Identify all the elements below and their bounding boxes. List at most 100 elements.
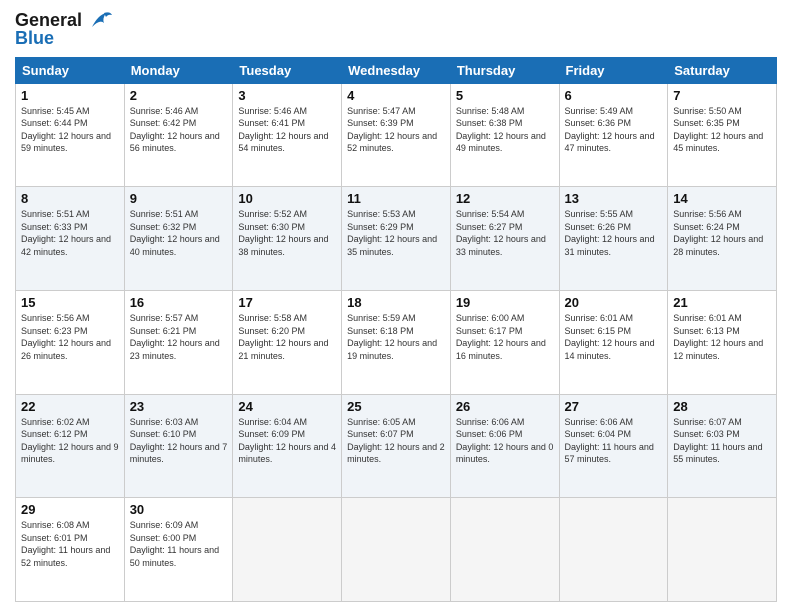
day-info: Sunrise: 5:52 AMSunset: 6:30 PMDaylight:… bbox=[238, 208, 336, 258]
day-cell-24: 24 Sunrise: 6:04 AMSunset: 6:09 PMDayligh… bbox=[233, 394, 342, 498]
day-number: 15 bbox=[21, 295, 119, 310]
weekday-header-row: SundayMondayTuesdayWednesdayThursdayFrid… bbox=[16, 57, 777, 83]
day-number: 2 bbox=[130, 88, 228, 103]
day-number: 20 bbox=[565, 295, 663, 310]
day-info: Sunrise: 5:47 AMSunset: 6:39 PMDaylight:… bbox=[347, 105, 445, 155]
day-number: 17 bbox=[238, 295, 336, 310]
day-cell-28: 28 Sunrise: 6:07 AMSunset: 6:03 PMDayligh… bbox=[668, 394, 777, 498]
day-number: 7 bbox=[673, 88, 771, 103]
day-cell-13: 13 Sunrise: 5:55 AMSunset: 6:26 PMDayligh… bbox=[559, 187, 668, 291]
day-info: Sunrise: 5:57 AMSunset: 6:21 PMDaylight:… bbox=[130, 312, 228, 362]
day-cell-16: 16 Sunrise: 5:57 AMSunset: 6:21 PMDayligh… bbox=[124, 290, 233, 394]
day-info: Sunrise: 5:48 AMSunset: 6:38 PMDaylight:… bbox=[456, 105, 554, 155]
day-number: 12 bbox=[456, 191, 554, 206]
day-number: 10 bbox=[238, 191, 336, 206]
day-info: Sunrise: 5:56 AMSunset: 6:23 PMDaylight:… bbox=[21, 312, 119, 362]
week-row-4: 22 Sunrise: 6:02 AMSunset: 6:12 PMDayligh… bbox=[16, 394, 777, 498]
day-info: Sunrise: 6:06 AMSunset: 6:06 PMDaylight:… bbox=[456, 416, 554, 466]
day-number: 28 bbox=[673, 399, 771, 414]
weekday-header-sunday: Sunday bbox=[16, 57, 125, 83]
day-number: 29 bbox=[21, 502, 119, 517]
day-info: Sunrise: 5:55 AMSunset: 6:26 PMDaylight:… bbox=[565, 208, 663, 258]
day-info: Sunrise: 6:08 AMSunset: 6:01 PMDaylight:… bbox=[21, 519, 119, 569]
day-number: 19 bbox=[456, 295, 554, 310]
day-info: Sunrise: 6:06 AMSunset: 6:04 PMDaylight:… bbox=[565, 416, 663, 466]
day-number: 30 bbox=[130, 502, 228, 517]
day-info: Sunrise: 6:09 AMSunset: 6:00 PMDaylight:… bbox=[130, 519, 228, 569]
logo-text: General Blue bbox=[15, 10, 114, 49]
day-cell-19: 19Sunrise: 6:00 AMSunset: 6:17 PMDayligh… bbox=[450, 290, 559, 394]
day-number: 23 bbox=[130, 399, 228, 414]
day-number: 9 bbox=[130, 191, 228, 206]
week-row-5: 29 Sunrise: 6:08 AMSunset: 6:01 PMDayligh… bbox=[16, 498, 777, 602]
empty-cell bbox=[450, 498, 559, 602]
empty-cell bbox=[233, 498, 342, 602]
day-info: Sunrise: 6:05 AMSunset: 6:07 PMDaylight:… bbox=[347, 416, 445, 466]
day-info: Sunrise: 6:03 AMSunset: 6:10 PMDaylight:… bbox=[130, 416, 228, 466]
day-number: 22 bbox=[21, 399, 119, 414]
day-info: Sunrise: 5:49 AMSunset: 6:36 PMDaylight:… bbox=[565, 105, 663, 155]
day-number: 4 bbox=[347, 88, 445, 103]
weekday-header-wednesday: Wednesday bbox=[342, 57, 451, 83]
day-info: Sunrise: 6:02 AMSunset: 6:12 PMDaylight:… bbox=[21, 416, 119, 466]
header: General Blue bbox=[15, 10, 777, 49]
day-cell-20: 20 Sunrise: 6:01 AMSunset: 6:15 PMDayligh… bbox=[559, 290, 668, 394]
empty-cell bbox=[668, 498, 777, 602]
day-number: 8 bbox=[21, 191, 119, 206]
calendar-table: SundayMondayTuesdayWednesdayThursdayFrid… bbox=[15, 57, 777, 602]
day-info: Sunrise: 6:01 AMSunset: 6:15 PMDaylight:… bbox=[565, 312, 663, 362]
day-number: 3 bbox=[238, 88, 336, 103]
day-cell-18: 18 Sunrise: 5:59 AMSunset: 6:18 PMDayligh… bbox=[342, 290, 451, 394]
day-number: 21 bbox=[673, 295, 771, 310]
day-info: Sunrise: 5:53 AMSunset: 6:29 PMDaylight:… bbox=[347, 208, 445, 258]
day-info: Sunrise: 5:59 AMSunset: 6:18 PMDaylight:… bbox=[347, 312, 445, 362]
day-cell-27: 27Sunrise: 6:06 AMSunset: 6:04 PMDayligh… bbox=[559, 394, 668, 498]
day-info: Sunrise: 5:51 AMSunset: 6:33 PMDaylight:… bbox=[21, 208, 119, 258]
week-row-3: 15 Sunrise: 5:56 AMSunset: 6:23 PMDayligh… bbox=[16, 290, 777, 394]
empty-cell bbox=[559, 498, 668, 602]
day-cell-7: 7Sunrise: 5:50 AMSunset: 6:35 PMDaylight… bbox=[668, 83, 777, 187]
day-cell-14: 14 Sunrise: 5:56 AMSunset: 6:24 PMDayligh… bbox=[668, 187, 777, 291]
day-info: Sunrise: 6:04 AMSunset: 6:09 PMDaylight:… bbox=[238, 416, 336, 466]
day-number: 14 bbox=[673, 191, 771, 206]
logo: General Blue bbox=[15, 10, 114, 49]
weekday-header-saturday: Saturday bbox=[668, 57, 777, 83]
day-cell-4: 4 Sunrise: 5:47 AMSunset: 6:39 PMDaylight… bbox=[342, 83, 451, 187]
day-info: Sunrise: 5:56 AMSunset: 6:24 PMDaylight:… bbox=[673, 208, 771, 258]
week-row-1: 1Sunrise: 5:45 AMSunset: 6:44 PMDaylight… bbox=[16, 83, 777, 187]
day-cell-17: 17Sunrise: 5:58 AMSunset: 6:20 PMDayligh… bbox=[233, 290, 342, 394]
week-row-2: 8 Sunrise: 5:51 AMSunset: 6:33 PMDaylight… bbox=[16, 187, 777, 291]
day-number: 11 bbox=[347, 191, 445, 206]
day-cell-11: 11 Sunrise: 5:53 AMSunset: 6:29 PMDayligh… bbox=[342, 187, 451, 291]
day-info: Sunrise: 5:46 AMSunset: 6:41 PMDaylight:… bbox=[238, 105, 336, 155]
day-number: 25 bbox=[347, 399, 445, 414]
day-cell-5: 5 Sunrise: 5:48 AMSunset: 6:38 PMDaylight… bbox=[450, 83, 559, 187]
logo-bird-icon bbox=[84, 9, 114, 31]
day-cell-23: 23 Sunrise: 6:03 AMSunset: 6:10 PMDayligh… bbox=[124, 394, 233, 498]
day-number: 24 bbox=[238, 399, 336, 414]
day-cell-2: 2 Sunrise: 5:46 AMSunset: 6:42 PMDaylight… bbox=[124, 83, 233, 187]
day-cell-15: 15 Sunrise: 5:56 AMSunset: 6:23 PMDayligh… bbox=[16, 290, 125, 394]
weekday-header-monday: Monday bbox=[124, 57, 233, 83]
day-info: Sunrise: 5:45 AMSunset: 6:44 PMDaylight:… bbox=[21, 105, 119, 155]
day-number: 16 bbox=[130, 295, 228, 310]
day-cell-9: 9Sunrise: 5:51 AMSunset: 6:32 PMDaylight… bbox=[124, 187, 233, 291]
day-info: Sunrise: 6:07 AMSunset: 6:03 PMDaylight:… bbox=[673, 416, 771, 466]
day-cell-1: 1Sunrise: 5:45 AMSunset: 6:44 PMDaylight… bbox=[16, 83, 125, 187]
weekday-header-thursday: Thursday bbox=[450, 57, 559, 83]
day-cell-10: 10 Sunrise: 5:52 AMSunset: 6:30 PMDayligh… bbox=[233, 187, 342, 291]
day-cell-3: 3 Sunrise: 5:46 AMSunset: 6:41 PMDaylight… bbox=[233, 83, 342, 187]
day-cell-21: 21Sunrise: 6:01 AMSunset: 6:13 PMDayligh… bbox=[668, 290, 777, 394]
day-number: 18 bbox=[347, 295, 445, 310]
day-number: 26 bbox=[456, 399, 554, 414]
empty-cell bbox=[342, 498, 451, 602]
day-cell-8: 8 Sunrise: 5:51 AMSunset: 6:33 PMDaylight… bbox=[16, 187, 125, 291]
day-number: 6 bbox=[565, 88, 663, 103]
day-number: 5 bbox=[456, 88, 554, 103]
page: General Blue SundayMondayTuesdayWednesda… bbox=[0, 0, 792, 612]
day-info: Sunrise: 5:46 AMSunset: 6:42 PMDaylight:… bbox=[130, 105, 228, 155]
day-cell-12: 12Sunrise: 5:54 AMSunset: 6:27 PMDayligh… bbox=[450, 187, 559, 291]
weekday-header-tuesday: Tuesday bbox=[233, 57, 342, 83]
day-number: 13 bbox=[565, 191, 663, 206]
weekday-header-friday: Friday bbox=[559, 57, 668, 83]
